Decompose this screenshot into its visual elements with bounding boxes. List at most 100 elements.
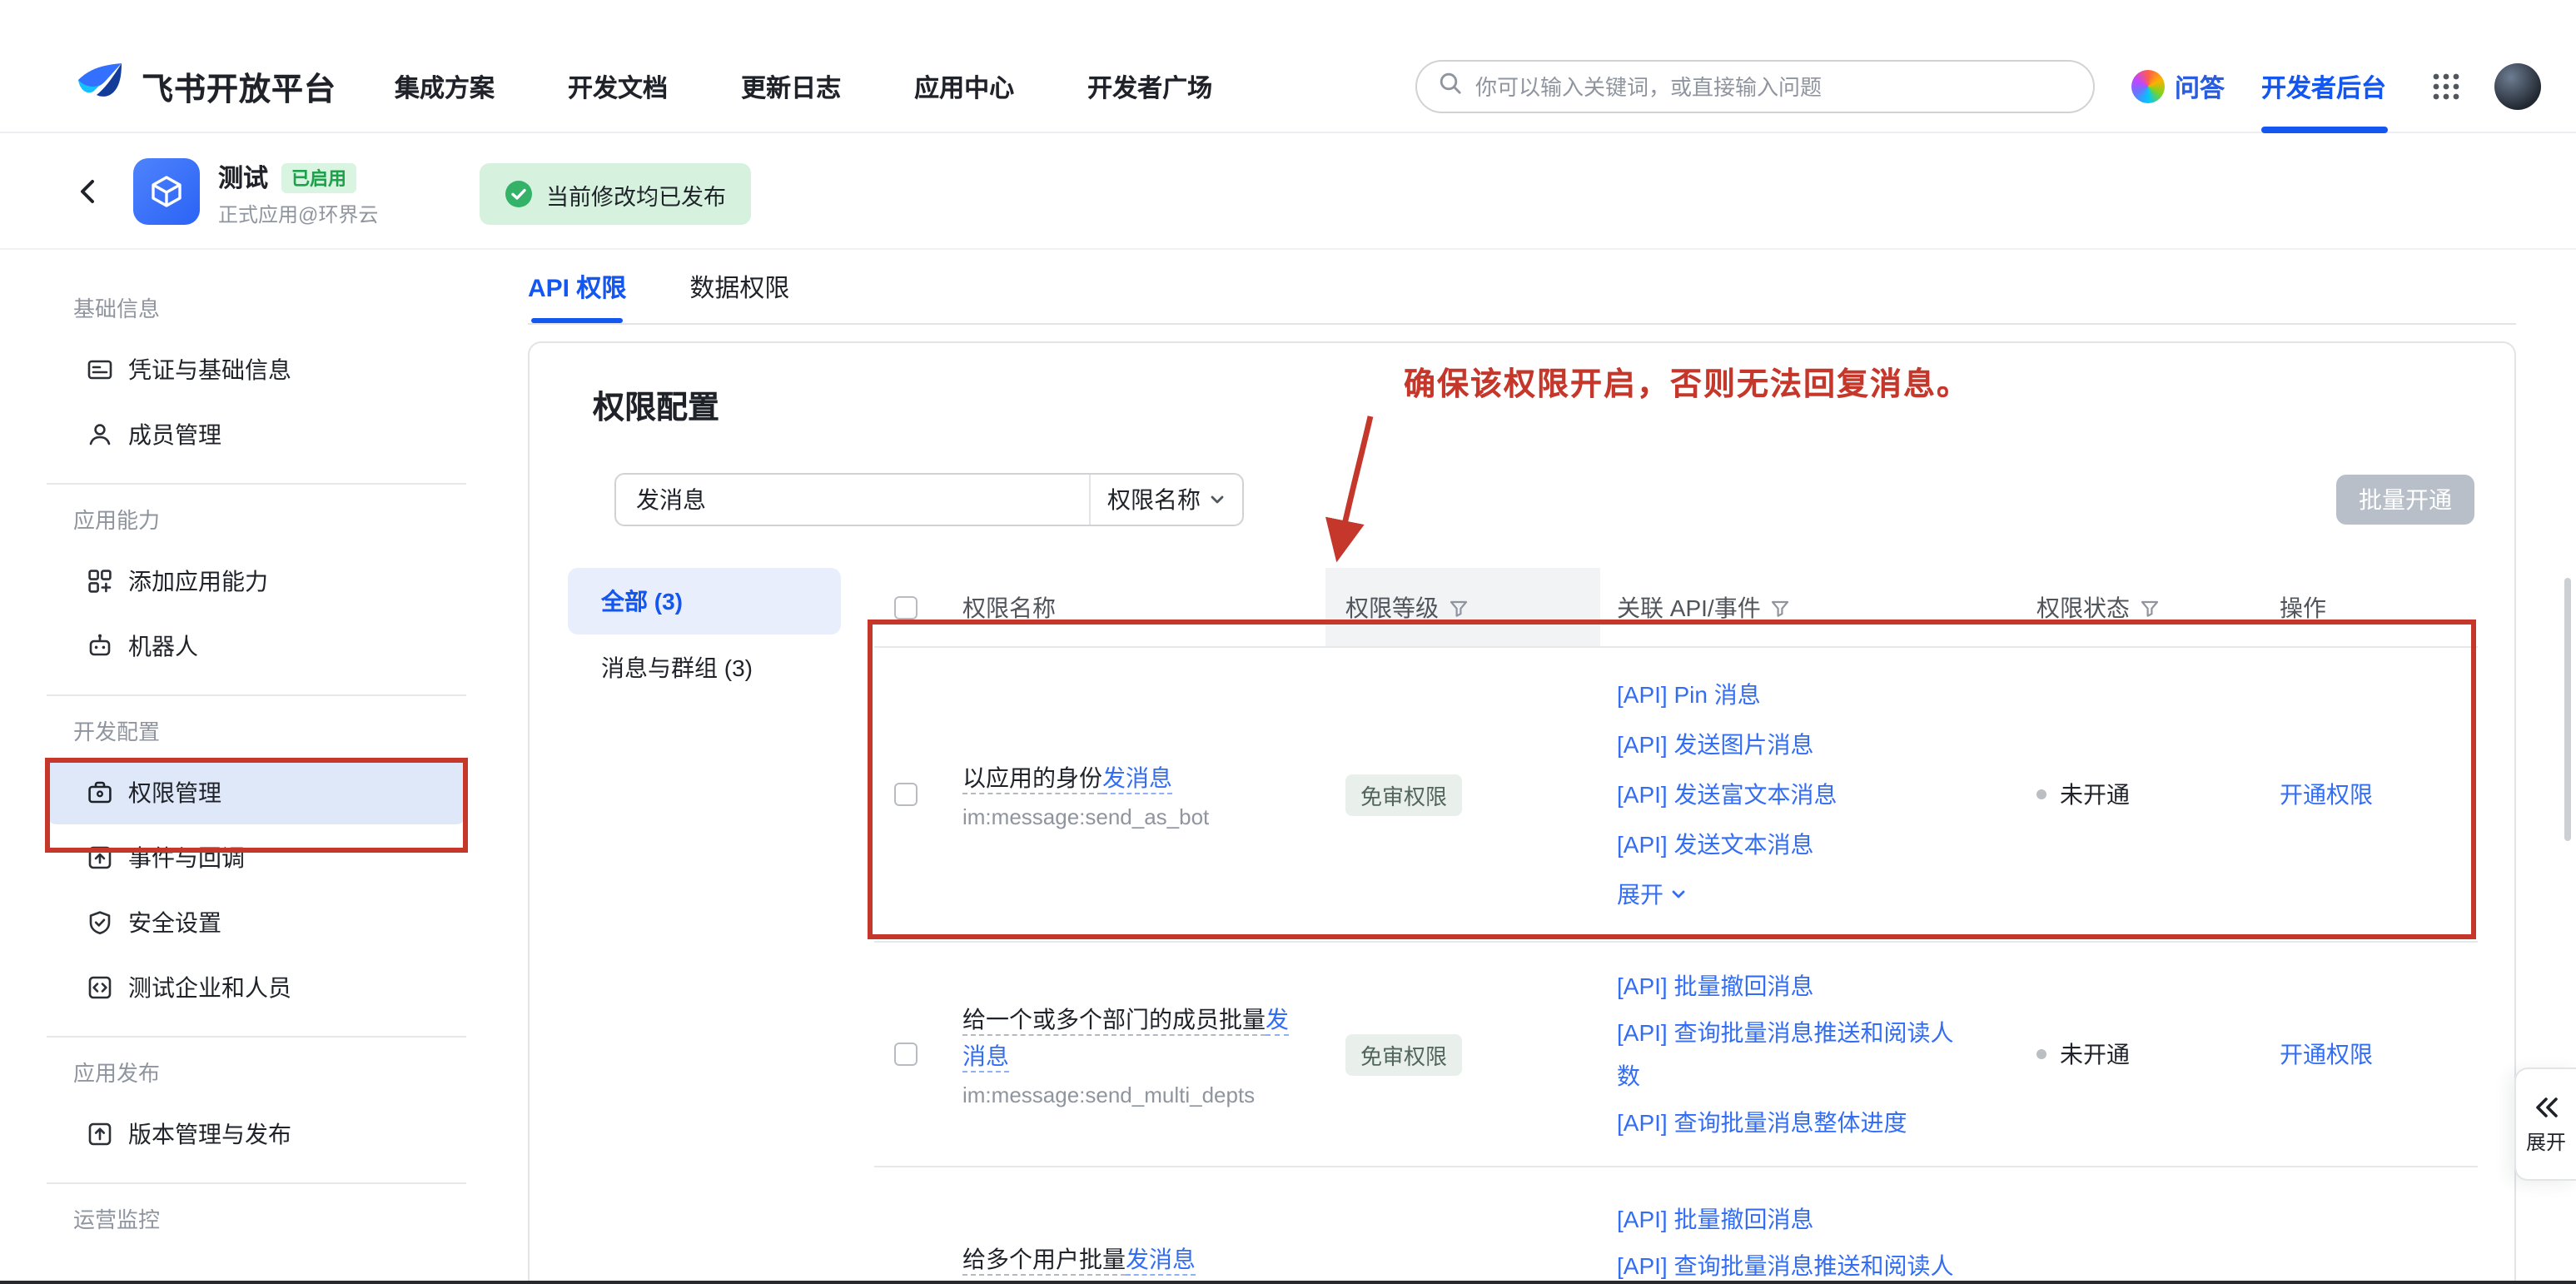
apps-grid-icon[interactable] (2429, 70, 2463, 103)
filter-icon[interactable] (1449, 597, 1469, 617)
row-checkbox[interactable] (894, 783, 918, 806)
nav-item-changelog[interactable]: 更新日志 (741, 70, 841, 105)
permission-name[interactable]: 以应用的身份发消息 (962, 759, 1305, 796)
nav-item-docs[interactable]: 开发文档 (568, 70, 668, 105)
status-dot (2036, 789, 2046, 799)
permissions-table: 权限名称 权限等级 关联 API/事件 权限状态 操作 (874, 568, 2478, 1284)
sidebar-item-label: 权限管理 (128, 775, 221, 809)
search-field-selector[interactable]: 权限名称 (1089, 475, 1242, 525)
tab-api-permissions[interactable]: API 权限 (528, 250, 626, 323)
row-checkbox[interactable] (894, 1043, 918, 1066)
primary-nav: 集成方案 开发文档 更新日志 应用中心 开发者广场 (395, 70, 1212, 105)
permission-name[interactable]: 给一个或多个部门的成员批量发消息 (962, 1001, 1305, 1074)
level-badge: 免审权限 (1345, 774, 1462, 815)
grid-plus-icon (87, 567, 113, 594)
api-link[interactable]: [API] 批量撤回消息 (1617, 1194, 1970, 1244)
sidebar-item-label: 添加应用能力 (128, 564, 268, 597)
sidebar-section-basic-info: 基础信息 (0, 290, 500, 323)
permission-name[interactable]: 给多个用户批量发消息 (962, 1241, 1305, 1277)
sidebar-section-release: 应用发布 (0, 1054, 500, 1087)
expand-panel-button[interactable]: 展开 (2514, 1068, 2576, 1181)
developer-console-link[interactable]: 开发者后台 (2261, 69, 2386, 104)
sidebar-divider (47, 483, 466, 485)
code-box-icon (87, 973, 113, 1000)
filter-icon[interactable] (1771, 597, 1791, 617)
category-filter-list: 全部 (3) 消息与群组 (3) (568, 568, 841, 701)
column-header-action: 操作 (2280, 590, 2326, 624)
qa-icon (2131, 70, 2165, 103)
page-title: 权限配置 (593, 383, 719, 428)
sidebar-section-dev-config: 开发配置 (0, 713, 500, 746)
sidebar-item-credentials[interactable]: 凭证与基础信息 (47, 336, 466, 401)
sidebar-section-capabilities: 应用能力 (0, 501, 500, 535)
user-avatar[interactable] (2494, 63, 2541, 110)
nav-item-integrations[interactable]: 集成方案 (395, 70, 495, 105)
permission-briefcase-icon (87, 779, 113, 805)
table-row: 给多个用户批量发消息 [API] 批量撤回消息 [API] 查询批量消息推送和阅… (874, 1167, 2478, 1284)
batch-enable-button[interactable]: 批量开通 (2336, 475, 2474, 525)
api-link[interactable]: [API] 查询批量消息推送和阅读人数 (1617, 1011, 1970, 1097)
category-all[interactable]: 全部 (3) (568, 568, 841, 635)
nav-item-developer-plaza[interactable]: 开发者广场 (1087, 70, 1212, 105)
sidebar-section-monitoring: 运营监控 (0, 1201, 500, 1234)
sidebar-item-label: 凭证与基础信息 (128, 352, 291, 386)
nav-right-cluster: 问答 开发者后台 (2131, 63, 2541, 110)
sidebar-item-events-callbacks[interactable]: 事件与回调 (47, 824, 466, 889)
sidebar-item-test-org[interactable]: 测试企业和人员 (47, 954, 466, 1019)
table-row: 给一个或多个部门的成员批量发消息 im:message:send_multi_d… (874, 943, 2478, 1167)
main-content: API 权限 数据权限 权限配置 权限名称 批量开通 全部 (3) 消息与群组 … (500, 250, 2576, 1284)
sidebar-divider (47, 694, 466, 696)
tab-data-permissions[interactable]: 数据权限 (689, 250, 789, 323)
column-header-status: 权限状态 (2036, 590, 2130, 624)
api-link[interactable]: [API] 批量撤回消息 (1617, 961, 1970, 1011)
enable-permission-link[interactable]: 开通权限 (2280, 778, 2373, 811)
sidebar-item-version-release[interactable]: 版本管理与发布 (47, 1101, 466, 1166)
publish-status-pill: 当前修改均已发布 (480, 163, 751, 225)
scrollbar-thumb[interactable] (2564, 578, 2571, 841)
tab-divider (528, 323, 2516, 325)
brand[interactable]: 飞书开放平台 (73, 57, 336, 118)
chevron-down-icon (1209, 491, 1226, 508)
shield-check-icon (87, 908, 113, 935)
sidebar-divider (47, 1182, 466, 1184)
event-callback-icon (87, 844, 113, 870)
api-link[interactable]: [API] 发送文本消息 (1617, 819, 1970, 869)
console-active-underline (2261, 127, 2388, 133)
feishu-logo-icon (73, 57, 127, 118)
permission-search-input[interactable] (616, 475, 1089, 525)
select-all-checkbox[interactable] (894, 595, 918, 619)
permission-tabs: API 权限 数据权限 (528, 250, 789, 323)
filter-icon[interactable] (2140, 597, 2160, 617)
enable-permission-link[interactable]: 开通权限 (2280, 1038, 2373, 1071)
sidebar-item-bot[interactable]: 机器人 (47, 613, 466, 678)
sidebar-item-add-capability[interactable]: 添加应用能力 (47, 548, 466, 613)
user-icon (87, 421, 113, 447)
app-icon (133, 158, 200, 225)
sidebar-item-label: 安全设置 (128, 905, 221, 938)
qa-label: 问答 (2175, 69, 2225, 104)
table-header-row: 权限名称 权限等级 关联 API/事件 权限状态 操作 (874, 568, 2478, 648)
sidebar-divider (47, 1036, 466, 1038)
api-link[interactable]: [API] 查询批量消息整体进度 (1617, 1097, 1970, 1147)
sidebar-item-members[interactable]: 成员管理 (47, 401, 466, 466)
category-messages-groups[interactable]: 消息与群组 (3) (568, 635, 841, 701)
window-bottom-edge (0, 1281, 2576, 1284)
api-link[interactable]: [API] Pin 消息 (1617, 669, 1970, 719)
sidebar-item-security[interactable]: 安全设置 (47, 889, 466, 954)
expand-apis-link[interactable]: 展开 (1617, 869, 1970, 919)
api-link[interactable]: [API] 发送富文本消息 (1617, 769, 1970, 819)
publish-icon (87, 1120, 113, 1147)
qa-link[interactable]: 问答 (2131, 69, 2225, 104)
global-search-input[interactable] (1475, 74, 2093, 99)
sidebar-item-label: 事件与回调 (128, 840, 245, 873)
api-link[interactable]: [API] 发送图片消息 (1617, 719, 1970, 769)
page: 飞书开放平台 集成方案 开发文档 更新日志 应用中心 开发者广场 问答 开发者后… (0, 0, 2576, 1284)
global-search[interactable] (1415, 60, 2095, 113)
api-link[interactable]: [API] 查询批量消息推送和阅读人数 (1617, 1244, 1970, 1284)
sidebar-item-permissions[interactable]: 权限管理 (47, 759, 466, 824)
permission-config-card: 权限配置 权限名称 批量开通 全部 (3) 消息与群组 (3) 权限名称 (528, 341, 2516, 1284)
table-row: 以应用的身份发消息 im:message:send_as_bot 免审权限 [A… (874, 648, 2478, 943)
status-text: 未开通 (2060, 778, 2130, 811)
nav-item-app-center[interactable]: 应用中心 (914, 70, 1014, 105)
back-button[interactable] (73, 177, 103, 207)
